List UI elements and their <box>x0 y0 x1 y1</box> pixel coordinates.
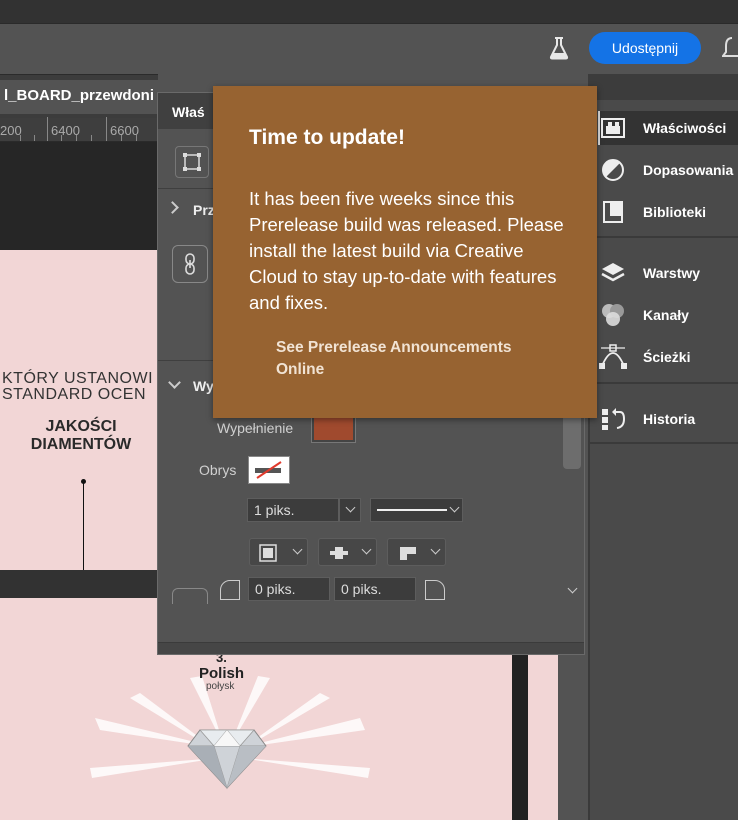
link-corners-button[interactable] <box>172 588 208 604</box>
stroke-width-field[interactable]: 1 piks. <box>247 498 339 522</box>
properties-icon <box>598 114 628 142</box>
popover-title: Time to update! <box>249 126 405 149</box>
panel-label: Historia <box>643 411 696 427</box>
properties-panel-title: Właś <box>172 104 205 120</box>
flask-icon <box>549 37 569 60</box>
stroke-align-dropdown[interactable] <box>249 538 308 566</box>
horizontal-ruler[interactable]: 200 6400 6600 <box>0 117 158 142</box>
line-cap-icon <box>330 547 348 559</box>
divider <box>590 382 738 384</box>
panel-resize-handle[interactable] <box>158 642 584 654</box>
channels-icon <box>598 301 628 329</box>
stroke-align-icon <box>259 544 277 562</box>
paths-icon <box>598 343 628 371</box>
link-icon <box>185 253 195 275</box>
panel-item-history[interactable]: Historia <box>598 404 738 434</box>
diamond-icon <box>187 729 267 790</box>
chevron-down-icon <box>430 544 441 555</box>
panel-item-paths[interactable]: Ścieżki <box>598 342 738 372</box>
link-dimensions-button[interactable] <box>172 245 208 283</box>
transform-section-label[interactable]: Prz <box>193 202 215 218</box>
panel-label: Właściwości <box>643 120 727 136</box>
stroke-caps-dropdown[interactable] <box>318 538 377 566</box>
document-tab[interactable]: l_BOARD_przewdoni <box>0 80 158 114</box>
bounding-box-icon <box>183 153 201 171</box>
canvas-gap <box>0 570 158 598</box>
notifications-bell-icon[interactable] <box>721 34 738 62</box>
canvas-pasteboard <box>0 142 158 250</box>
stroke-style-dropdown[interactable] <box>370 498 463 522</box>
prerelease-announcements-link[interactable]: See Prerelease Announcements Online <box>276 337 546 381</box>
chevron-down-icon <box>345 502 356 513</box>
share-button[interactable]: Udostępnij <box>589 32 701 64</box>
panel-item-channels[interactable]: Kanały <box>598 300 738 330</box>
ruler-label: 6600 <box>110 123 139 138</box>
popover-body: It has been five weeks since this Prerel… <box>249 188 564 313</box>
panel-label: Dopasowania <box>643 162 734 178</box>
history-icon <box>598 405 628 433</box>
step-title: Polish <box>199 665 245 682</box>
stroke-width-dropdown[interactable] <box>339 498 361 522</box>
chevron-down-icon <box>292 544 303 555</box>
panel-item-libraries[interactable]: Biblioteki <box>598 197 738 227</box>
chevron-down-icon <box>361 544 372 555</box>
panel-label: Biblioteki <box>643 204 707 220</box>
line-join-icon <box>400 547 416 560</box>
panel-item-properties[interactable]: Właściwości <box>598 113 738 143</box>
panel-item-adjustments[interactable]: Dopasowania <box>598 155 738 185</box>
panel-label: Ścieżki <box>643 349 691 365</box>
step-subtitle: połysk <box>206 681 235 692</box>
corner-radius-icon <box>425 580 445 600</box>
appearance-section-label[interactable]: Wy <box>193 378 214 394</box>
artboard-top[interactable]: KTÓRY USTANOWI STANDARD OCEN JAKOŚCI DIA… <box>0 250 158 570</box>
app-title-bar <box>0 0 738 24</box>
stroke-color-swatch[interactable] <box>248 456 290 484</box>
divider <box>590 442 738 444</box>
artboard-headline-line2: STANDARD OCEN <box>2 386 146 403</box>
ruler-label: 200 <box>0 123 22 138</box>
panel-item-layers[interactable]: Warstwy <box>598 258 738 288</box>
update-notification-popover[interactable]: Time to update! It has been five weeks s… <box>213 86 597 418</box>
adjustments-icon <box>598 156 628 184</box>
corner-radius-field-2[interactable]: 0 piks. <box>334 577 416 601</box>
divider <box>590 236 738 238</box>
right-panel-dock <box>588 74 738 820</box>
timeline-line <box>83 482 84 570</box>
panel-label: Kanały <box>643 307 689 323</box>
corner-radius-icon <box>220 580 240 600</box>
panel-label: Warstwy <box>643 265 701 281</box>
transform-bounds-button[interactable] <box>175 146 209 178</box>
artboard-bold-text: JAKOŚCI DIAMENTÓW <box>30 418 132 453</box>
solid-line-icon <box>377 509 447 511</box>
stroke-corners-dropdown[interactable] <box>387 538 446 566</box>
libraries-icon <box>598 198 628 226</box>
corner-radius-field-1[interactable]: 0 piks. <box>248 577 330 601</box>
chevron-down-icon <box>449 502 460 513</box>
fill-label: Wypełnienie <box>217 420 294 436</box>
stroke-label: Obrys <box>199 462 237 478</box>
beta-features-button[interactable] <box>544 34 574 62</box>
right-panel-topbar[interactable] <box>588 74 738 100</box>
no-stroke-icon <box>255 461 282 479</box>
layers-icon <box>598 259 628 287</box>
